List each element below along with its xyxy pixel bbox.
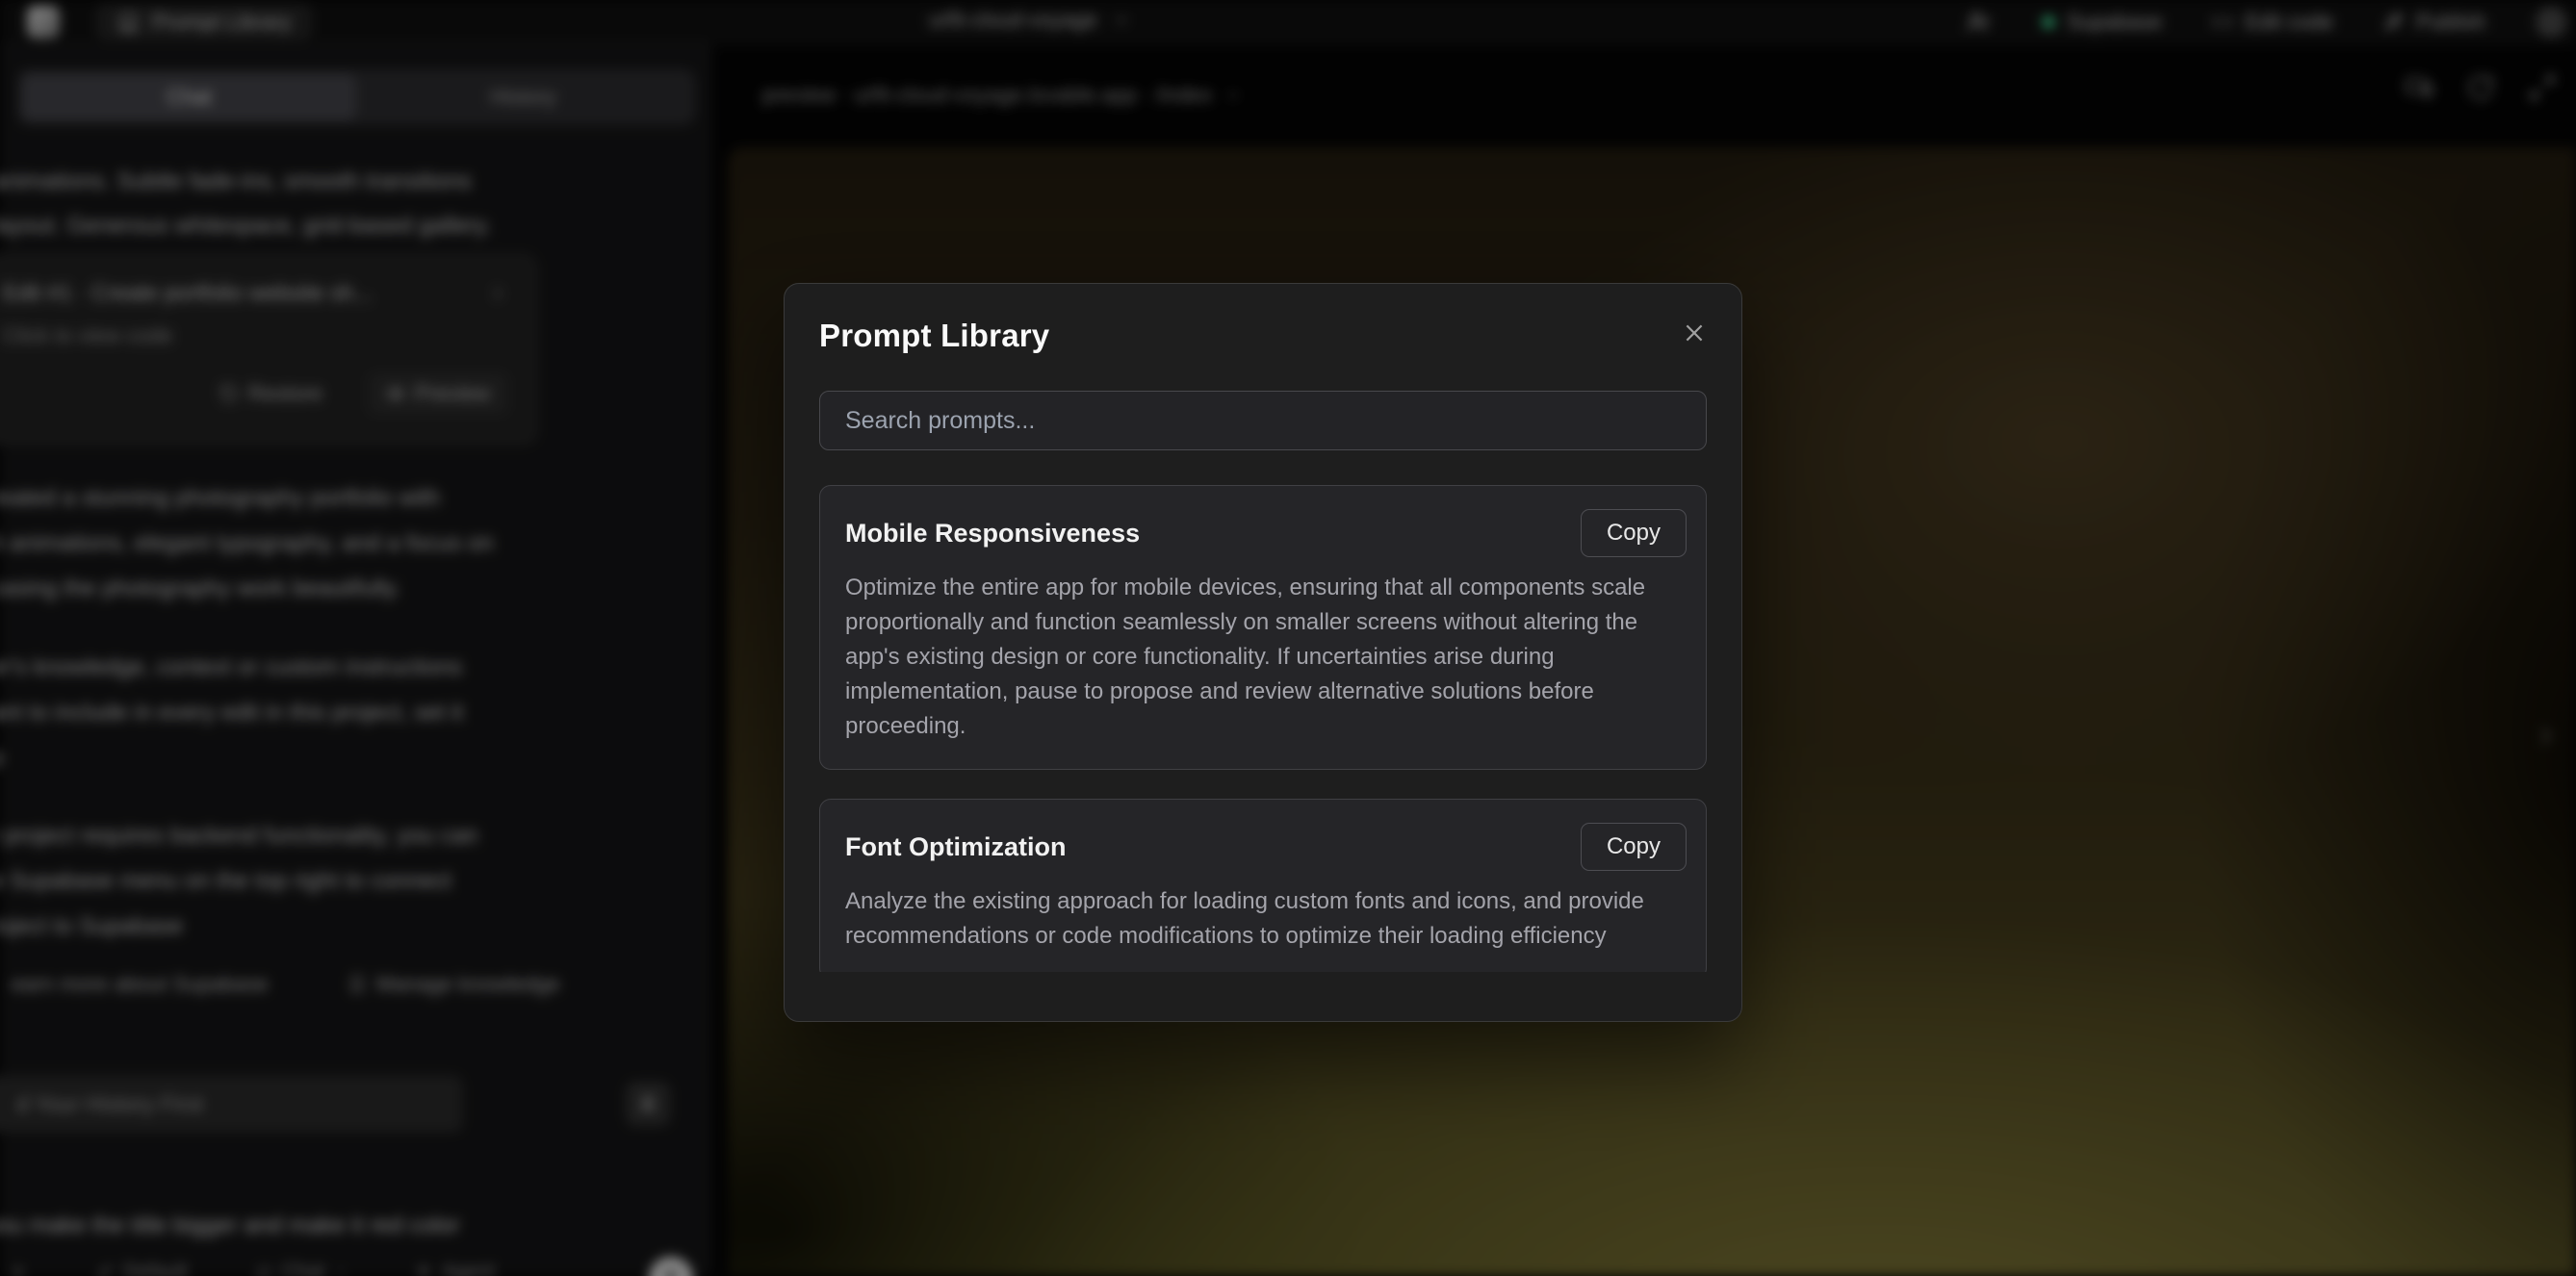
copy-button[interactable]: Copy <box>1581 823 1687 871</box>
prompt-body: Optimize the entire app for mobile devic… <box>845 571 1687 744</box>
prompt-title: Font Optimization <box>845 832 1066 862</box>
dialog-header: Prompt Library <box>819 317 1707 355</box>
close-icon[interactable] <box>1682 320 1707 345</box>
search-input[interactable] <box>845 407 1681 435</box>
app-screen: Prompt Library urfit-cloud-voyage Supaba… <box>0 0 2576 1276</box>
copy-button[interactable]: Copy <box>1581 509 1687 557</box>
prompt-title: Mobile Responsiveness <box>845 519 1140 549</box>
prompt-body: Analyze the existing approach for loadin… <box>845 884 1687 954</box>
prompt-card-font-optimization[interactable]: Font Optimization Copy Analyze the exist… <box>819 799 1707 972</box>
dialog-title: Prompt Library <box>819 317 1049 355</box>
search-box <box>819 391 1707 450</box>
prompt-library-dialog: Prompt Library Mobile Responsiveness Cop… <box>784 283 1742 1022</box>
prompt-card-mobile-responsiveness[interactable]: Mobile Responsiveness Copy Optimize the … <box>819 485 1707 770</box>
prompt-list: Mobile Responsiveness Copy Optimize the … <box>819 485 1707 972</box>
